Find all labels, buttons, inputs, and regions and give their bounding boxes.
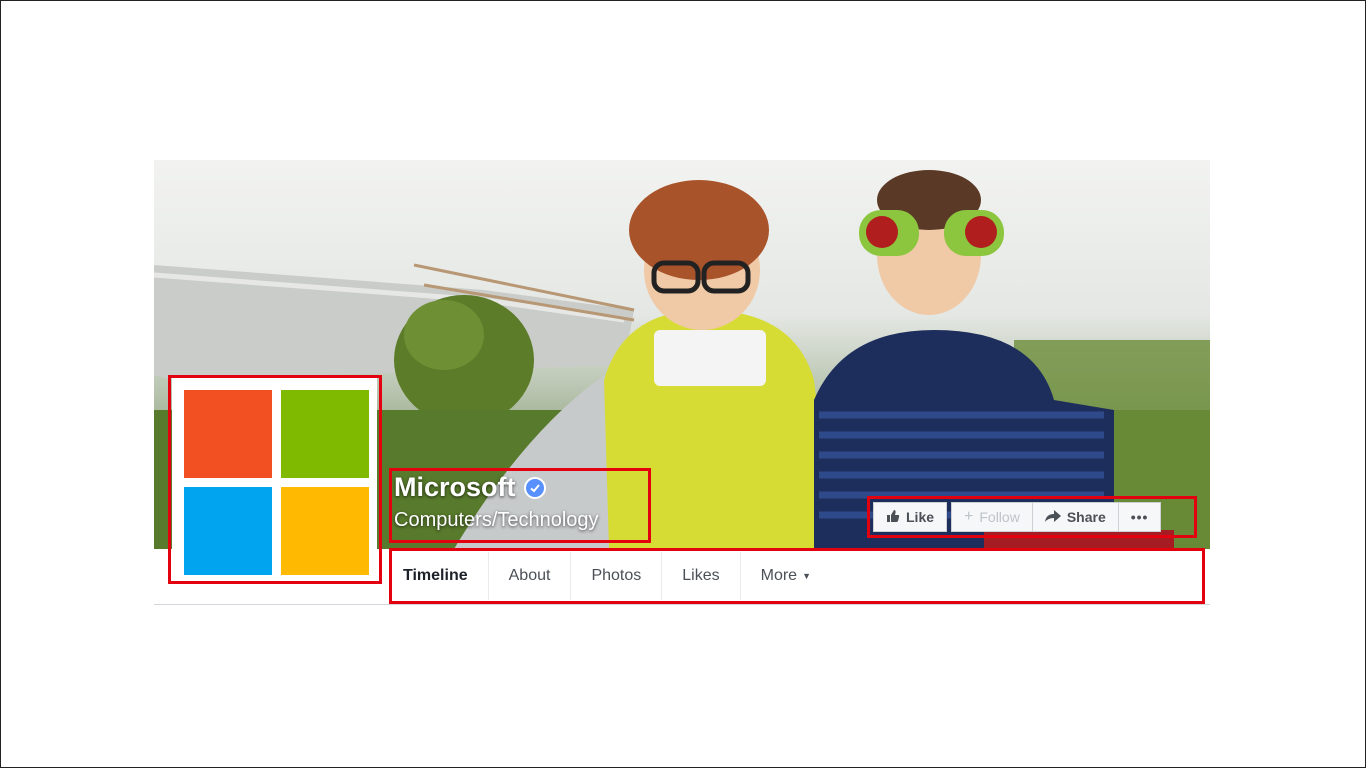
highlight-tabs <box>389 548 1205 604</box>
highlight-profile-picture <box>168 375 382 584</box>
highlight-page-name <box>389 468 651 543</box>
highlight-action-buttons <box>867 496 1197 538</box>
